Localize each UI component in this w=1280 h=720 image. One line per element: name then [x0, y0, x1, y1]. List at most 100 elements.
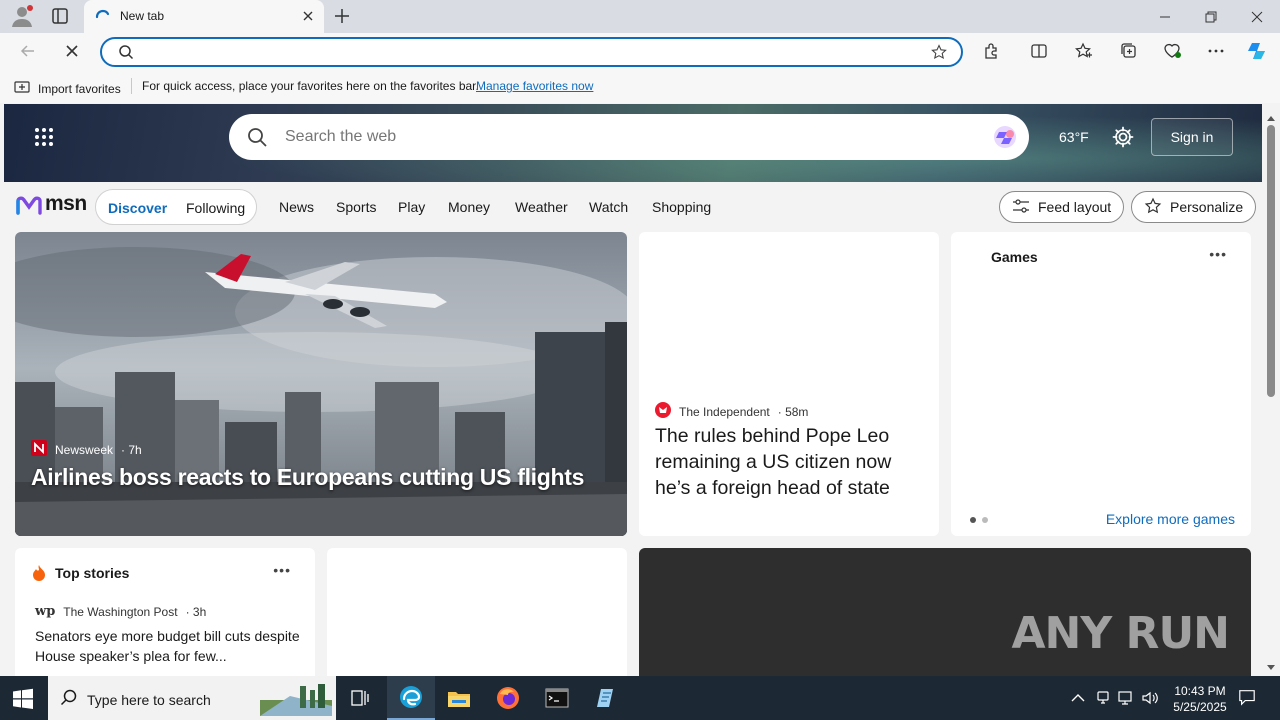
story-source: wp The Washington Post · 3h [35, 604, 206, 619]
search-placeholder: Search the web [285, 128, 397, 145]
scroll-down-icon[interactable] [1266, 659, 1276, 677]
volume-icon[interactable] [1141, 689, 1159, 707]
story-source: The Independent · 58m [655, 402, 808, 421]
tab-title: New tab [120, 9, 165, 23]
copilot-search-icon[interactable] [991, 123, 1019, 151]
taskbar-clock[interactable]: 10:43 PM 5/25/2025 [1160, 683, 1240, 715]
search-icon [118, 44, 134, 60]
nav-money[interactable]: Money [448, 199, 490, 215]
clock-date: 5/25/2025 [1173, 700, 1227, 714]
wired-network-icon[interactable] [1117, 689, 1135, 707]
nav-play[interactable]: Play [398, 199, 425, 215]
more-options-icon[interactable]: ••• [1209, 246, 1227, 262]
msn-logo-text: msn [45, 192, 87, 215]
story-age: · 58m [777, 404, 809, 419]
nav-news[interactable]: News [279, 199, 314, 215]
sliders-icon [1012, 198, 1030, 217]
title-bar: New tab [0, 0, 1280, 33]
newsweek-logo-icon [31, 440, 47, 459]
chevron-up-icon[interactable] [1069, 689, 1087, 707]
search-icon [247, 127, 267, 147]
close-window-icon[interactable] [1234, 0, 1280, 33]
terminal-icon[interactable] [533, 676, 581, 720]
personalize-button[interactable]: Personalize [1131, 191, 1257, 223]
taskbar: Type here to search 10:43 PM 5/25/2025 [0, 676, 1280, 720]
independent-logo-icon [655, 402, 671, 421]
feed-tab-group: Discover Following [95, 189, 257, 225]
import-favorites-button[interactable]: Import favorites [14, 79, 121, 98]
back-icon[interactable] [16, 39, 40, 63]
top-story-headline[interactable]: Senators eye more budget bill cuts despi… [35, 626, 300, 666]
import-icon [14, 79, 30, 98]
more-options-icon[interactable]: ••• [273, 562, 291, 578]
story-headline[interactable]: The rules behind Pope Leo remaining a US… [655, 423, 925, 501]
divider [131, 78, 132, 94]
split-screen-icon[interactable] [1028, 40, 1050, 62]
weather-temperature[interactable]: 63°F [1059, 129, 1089, 145]
edge-tab-icon [94, 8, 110, 24]
anyrun-watermark: ANY RUN [1012, 608, 1230, 659]
close-tab-icon[interactable] [300, 8, 316, 24]
browser-essentials-icon[interactable] [1161, 40, 1183, 62]
nav-watch[interactable]: Watch [589, 199, 628, 215]
main-story-card[interactable]: Newsweek · 7h Airlines boss reacts to Eu… [15, 232, 627, 536]
msn-logo[interactable]: msn [16, 192, 87, 216]
minimize-icon[interactable] [1142, 0, 1188, 33]
app-launcher-icon[interactable] [34, 127, 54, 147]
top-stories-card: Top stories ••• wp The Washington Post ·… [15, 548, 315, 676]
nav-shopping[interactable]: Shopping [652, 199, 711, 215]
tab-following[interactable]: Following [186, 200, 245, 216]
story-card[interactable]: The Independent · 58m The rules behind P… [639, 232, 939, 536]
personalize-label: Personalize [1170, 199, 1244, 215]
taskbar-search-placeholder: Type here to search [87, 692, 211, 708]
nav-weather[interactable]: Weather [515, 199, 568, 215]
restore-icon[interactable] [1188, 0, 1234, 33]
settings-menu-icon[interactable] [1205, 40, 1227, 62]
page-scrollbar[interactable] [1262, 103, 1280, 676]
network-device-icon[interactable] [1094, 689, 1112, 707]
address-bar[interactable] [100, 37, 963, 67]
personalize-star-icon [1144, 197, 1162, 218]
tab-discover[interactable]: Discover [108, 200, 167, 216]
nav-sports[interactable]: Sports [336, 199, 376, 215]
profile-icon[interactable] [10, 4, 34, 28]
tab-actions-icon[interactable] [50, 6, 70, 26]
loading-card [327, 548, 627, 676]
story-age: · 7h [121, 442, 142, 457]
task-view-icon[interactable] [336, 676, 384, 720]
manage-favorites-link[interactable]: Manage favorites now [476, 79, 593, 93]
gear-icon[interactable] [1112, 126, 1134, 148]
explore-games-link[interactable]: Explore more games [1106, 511, 1235, 527]
favorites-bar: Import favorites For quick access, place… [0, 69, 1280, 103]
top-stories-title: Top stories [55, 565, 130, 581]
taskbar-search-box[interactable]: Type here to search [48, 676, 336, 720]
file-explorer-icon[interactable] [435, 676, 483, 720]
favorite-star-icon[interactable] [931, 44, 947, 60]
main-story-headline[interactable]: Airlines boss reacts to Europeans cuttin… [31, 464, 584, 491]
carousel-dot-active[interactable] [970, 517, 976, 523]
notifications-icon[interactable] [1238, 688, 1256, 706]
sign-in-button[interactable]: Sign in [1151, 118, 1233, 156]
main-story-source: Newsweek · 7h [31, 440, 142, 459]
web-search-box[interactable]: Search the web [229, 114, 1029, 160]
copilot-icon[interactable] [1246, 40, 1268, 62]
favorites-icon[interactable] [1073, 40, 1095, 62]
extensions-icon[interactable] [980, 40, 1002, 62]
stop-loading-icon[interactable] [60, 39, 84, 63]
address-toolbar [0, 33, 1280, 69]
tab-new-tab[interactable]: New tab [84, 0, 324, 33]
carousel-dot[interactable] [982, 517, 988, 523]
new-tab-icon[interactable] [332, 6, 352, 26]
collections-icon[interactable] [1118, 40, 1140, 62]
search-highlight-image [260, 682, 332, 720]
notepad-icon[interactable] [582, 676, 630, 720]
feed-layout-button[interactable]: Feed layout [999, 191, 1125, 223]
scrollbar-thumb[interactable] [1267, 125, 1275, 397]
windows-start-icon[interactable] [12, 688, 34, 710]
publisher-name: The Washington Post [63, 604, 178, 619]
import-favorites-label: Import favorites [38, 81, 121, 96]
firefox-icon[interactable] [484, 676, 532, 720]
msn-page: Search the web 63°F Sign in msn Discover… [0, 103, 1262, 676]
edge-taskbar-icon[interactable] [387, 676, 435, 720]
video-card[interactable]: ANY RUN [639, 548, 1251, 676]
